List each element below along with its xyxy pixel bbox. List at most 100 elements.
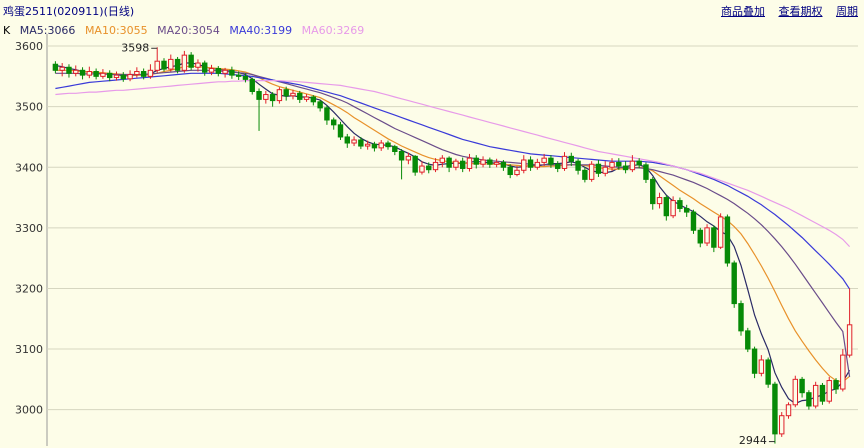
candle-down	[297, 92, 303, 100]
candle-down	[202, 62, 208, 73]
candle-up	[792, 378, 799, 406]
candle-down	[697, 229, 703, 244]
candle-up	[453, 160, 459, 168]
candle-down	[344, 136, 350, 144]
candlestick-chart[interactable]: 3000 3100 3200 3300 3400 3500 3600 3598 2944	[0, 0, 864, 448]
candle-down	[174, 58, 181, 71]
candle-down	[575, 160, 581, 171]
candle-down	[106, 72, 113, 79]
y-tick-label: 3400	[15, 161, 43, 174]
candle-up	[779, 415, 785, 435]
candle-up	[73, 69, 79, 74]
candle-down	[772, 383, 778, 435]
candle-up	[656, 197, 663, 205]
candle-up	[276, 89, 283, 102]
candle-down	[242, 75, 249, 80]
candle-down	[256, 91, 262, 100]
candle-down	[738, 303, 744, 332]
candle-up	[364, 143, 371, 147]
candle-down	[582, 169, 588, 180]
candle-up	[113, 74, 120, 79]
candle-down	[690, 211, 697, 231]
ma-line-ma40	[55, 72, 851, 290]
candle-up	[168, 58, 174, 70]
candle-down	[643, 164, 649, 180]
candle-up	[561, 155, 568, 169]
candle-up	[812, 384, 819, 407]
candle-down	[120, 74, 126, 80]
candle-down	[745, 330, 751, 350]
candle-down	[819, 384, 826, 402]
candle-down	[548, 157, 554, 165]
high-annotation: 3598	[121, 41, 149, 54]
candle-up	[222, 69, 228, 74]
candle-down	[799, 378, 805, 394]
candle-up	[629, 160, 636, 171]
candle-up	[154, 60, 160, 71]
ma-line-ma5	[55, 62, 851, 405]
candle-up	[846, 324, 853, 356]
candle-down	[52, 63, 59, 71]
candle-down	[392, 146, 398, 152]
candle-up	[134, 71, 140, 76]
candle-up	[609, 161, 615, 168]
candle-down	[527, 159, 534, 168]
candle-down	[215, 67, 222, 74]
candle-down	[66, 66, 72, 74]
low-annotation: 2944	[739, 434, 767, 447]
candle-up	[521, 159, 527, 171]
candle-down	[616, 161, 622, 167]
candle-down	[507, 166, 513, 176]
candle-down	[711, 227, 717, 248]
candle-down	[331, 119, 337, 126]
candle-down	[337, 124, 344, 138]
candle-up	[432, 161, 439, 171]
candle-down	[310, 96, 317, 103]
candle-up	[147, 69, 154, 77]
candle-up	[670, 200, 676, 217]
candle-down	[500, 161, 507, 168]
candle-down	[229, 69, 235, 76]
candle-up	[466, 157, 473, 169]
candle-up	[514, 169, 520, 176]
candle-down	[398, 150, 405, 161]
candle-up	[785, 404, 792, 417]
candle-down	[93, 71, 99, 77]
candle-up	[405, 155, 412, 161]
y-tick-label: 3500	[15, 101, 43, 114]
candle-down	[446, 157, 452, 168]
candle-down	[724, 216, 731, 264]
candle-up	[704, 227, 710, 244]
candle-up	[263, 94, 269, 100]
candle-up	[351, 139, 357, 144]
y-tick-label: 3300	[15, 222, 43, 235]
candle-down	[140, 71, 147, 77]
candle-down	[269, 94, 276, 102]
candle-down	[677, 200, 683, 209]
candle-down	[636, 160, 642, 166]
candle-down	[161, 60, 167, 70]
candle-down	[683, 207, 690, 213]
candle-down	[283, 89, 289, 97]
candle-up	[717, 216, 724, 248]
candle-up	[758, 359, 765, 374]
candle-down	[751, 348, 758, 374]
y-tick-label: 3200	[15, 282, 43, 295]
candle-up	[493, 161, 500, 165]
candle-up	[419, 165, 425, 173]
candle-down	[555, 163, 561, 169]
candle-up	[195, 62, 201, 68]
candle-down	[622, 165, 629, 171]
candle-down	[385, 142, 391, 148]
y-tick-label: 3100	[15, 343, 43, 356]
candle-down	[79, 69, 86, 76]
candle-up	[181, 54, 188, 71]
candle-down	[317, 101, 323, 109]
ma-line-ma10	[55, 65, 850, 383]
candle-up	[602, 166, 608, 174]
candle-up	[100, 72, 106, 77]
candle-down	[459, 160, 466, 169]
candle-down	[806, 392, 812, 407]
candle-up	[378, 142, 384, 149]
candle-down	[487, 159, 493, 165]
